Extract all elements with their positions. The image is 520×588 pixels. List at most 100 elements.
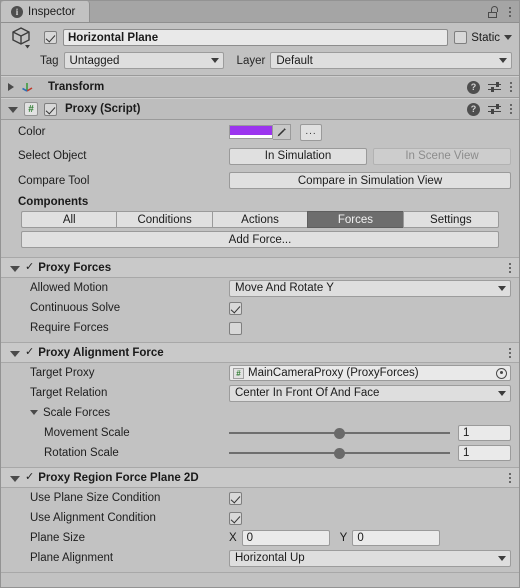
transform-title: Transform (48, 81, 105, 93)
component-tab-all-label: All (62, 213, 76, 226)
require-forces-checkbox[interactable] (229, 321, 242, 335)
kebab-menu-icon[interactable] (508, 262, 511, 273)
target-relation-dropdown[interactable]: Center In Front Of And Face (229, 384, 511, 402)
row-plane-alignment: Plane Alignment Horizontal Up (1, 548, 519, 568)
components-section: Components (1, 193, 519, 211)
tag-dropdown[interactable]: Untagged (63, 52, 224, 69)
row-movement-scale: Movement Scale 1 (1, 423, 519, 443)
lock-open-icon[interactable] (488, 5, 499, 18)
continuous-solve-checkbox[interactable] (229, 301, 242, 315)
row-target-relation: Target Relation Center In Front Of And F… (1, 383, 519, 403)
proxy-alignment-force-check-icon[interactable]: ✓ (25, 347, 34, 358)
row-use-alignment-condition: Use Alignment Condition (1, 508, 519, 528)
select-in-scene-view-button[interactable]: In Scene View (373, 147, 511, 165)
static-dropdown-icon[interactable] (504, 35, 512, 40)
select-object-label: Select Object (18, 150, 87, 162)
select-in-simulation-label: In Simulation (264, 150, 332, 162)
foldout-arrow-icon[interactable] (10, 475, 20, 482)
require-forces-label: Require Forces (30, 322, 109, 334)
foldout-arrow-icon[interactable] (10, 350, 20, 357)
select-in-simulation-button[interactable]: In Simulation (229, 147, 367, 165)
target-proxy-label: Target Proxy (30, 367, 95, 379)
gameobject-enabled-checkbox[interactable] (44, 31, 57, 44)
component-tab-all[interactable]: All (21, 211, 117, 228)
cube-icon (10, 25, 36, 51)
movement-scale-slider[interactable] (229, 425, 450, 441)
component-header-proxy[interactable]: # Proxy (Script) ? (1, 98, 519, 120)
component-tab-conditions[interactable]: Conditions (116, 211, 212, 228)
scale-forces-group[interactable]: Scale Forces (1, 407, 229, 419)
rotation-scale-value: 1 (463, 447, 470, 459)
color-swatch[interactable] (229, 125, 273, 139)
inspector-window: i Inspector Horizontal Plane Static Tag … (0, 0, 520, 588)
plane-alignment-value: Horizontal Up (235, 552, 305, 564)
kebab-menu-icon[interactable] (509, 104, 512, 114)
plane-alignment-dropdown[interactable]: Horizontal Up (229, 549, 511, 567)
proxy-region-force-check-icon[interactable]: ✓ (25, 472, 34, 483)
static-checkbox[interactable] (454, 31, 468, 44)
proxy-enabled-checkbox[interactable] (44, 102, 57, 116)
object-picker-icon[interactable] (496, 367, 507, 379)
tab-inspector[interactable]: i Inspector (1, 1, 91, 22)
foldout-arrow-icon[interactable] (30, 410, 38, 415)
add-force-row: Add Force... (1, 228, 519, 248)
rotation-scale-label: Rotation Scale (44, 447, 119, 459)
target-relation-label: Target Relation (30, 387, 108, 399)
plane-size-x-input[interactable]: 0 (241, 530, 330, 546)
row-require-forces: Require Forces (1, 318, 519, 338)
tag-value: Untagged (69, 54, 120, 67)
subsection-header-proxy-region-force-plane-2d[interactable]: ✓ Proxy Region Force Plane 2D (1, 467, 519, 488)
movement-scale-input[interactable]: 1 (458, 425, 511, 441)
layer-dropdown[interactable]: Default (270, 52, 512, 69)
row-continuous-solve: Continuous Solve (1, 298, 519, 318)
component-tab-forces[interactable]: Forces (307, 211, 403, 228)
kebab-menu-icon[interactable] (509, 82, 512, 92)
proxy-forces-title: Proxy Forces (38, 261, 112, 274)
gameobject-name-input[interactable]: Horizontal Plane (63, 29, 449, 46)
proxy-forces-check-icon[interactable]: ✓ (25, 262, 34, 273)
static-group: Static (454, 31, 512, 44)
foldout-arrow-icon[interactable] (8, 107, 18, 113)
foldout-arrow-icon[interactable] (8, 83, 14, 91)
add-force-label: Add Force... (228, 233, 292, 246)
kebab-menu-icon[interactable] (508, 347, 511, 358)
slider-knob[interactable] (334, 428, 345, 439)
subsection-header-proxy-forces[interactable]: ✓ Proxy Forces (1, 257, 519, 278)
rotation-scale-input[interactable]: 1 (458, 445, 511, 461)
plane-size-y-input[interactable]: 0 (352, 530, 441, 546)
plane-size-y-value: 0 (357, 532, 364, 544)
gameobject-tag-layer-row: Tag Untagged Layer Default (8, 52, 512, 69)
row-color: Color ... (1, 120, 519, 144)
foldout-arrow-icon[interactable] (10, 265, 20, 272)
component-header-transform[interactable]: Transform ? (1, 76, 519, 98)
tab-bar-actions (488, 1, 519, 22)
target-proxy-object-field[interactable]: # MainCameraProxy (ProxyForces) (229, 365, 511, 381)
help-icon[interactable]: ? (467, 102, 480, 116)
preset-sliders-icon[interactable] (488, 81, 501, 94)
compare-in-simulation-view-button[interactable]: Compare in Simulation View (229, 172, 511, 189)
use-plane-size-condition-checkbox[interactable] (229, 491, 242, 505)
preset-sliders-icon[interactable] (488, 103, 501, 116)
row-plane-size: Plane Size X 0 Y 0 (1, 528, 519, 548)
use-alignment-condition-checkbox[interactable] (229, 511, 242, 525)
compare-tool-label: Compare Tool (18, 174, 90, 187)
gameobject-name-row: Horizontal Plane Static (8, 26, 512, 48)
allowed-motion-label: Allowed Motion (30, 282, 108, 294)
help-icon[interactable]: ? (467, 80, 480, 94)
rotation-scale-slider[interactable] (229, 445, 450, 461)
color-picker-group[interactable] (229, 124, 291, 140)
component-tab-settings-label: Settings (430, 213, 472, 226)
plane-size-x-label: X (229, 532, 237, 544)
kebab-menu-icon[interactable] (508, 6, 511, 17)
color-more-button[interactable]: ... (300, 123, 322, 141)
add-force-button[interactable]: Add Force... (21, 231, 499, 248)
subsection-header-proxy-alignment-force[interactable]: ✓ Proxy Alignment Force (1, 342, 519, 363)
slider-knob[interactable] (334, 448, 345, 459)
movement-scale-value: 1 (463, 427, 470, 439)
component-tab-actions[interactable]: Actions (211, 211, 308, 228)
row-scale-forces[interactable]: Scale Forces (1, 403, 519, 423)
component-tab-settings[interactable]: Settings (402, 211, 500, 228)
eyedropper-icon[interactable] (273, 124, 291, 140)
kebab-menu-icon[interactable] (508, 472, 511, 483)
allowed-motion-dropdown[interactable]: Move And Rotate Y (229, 279, 511, 297)
